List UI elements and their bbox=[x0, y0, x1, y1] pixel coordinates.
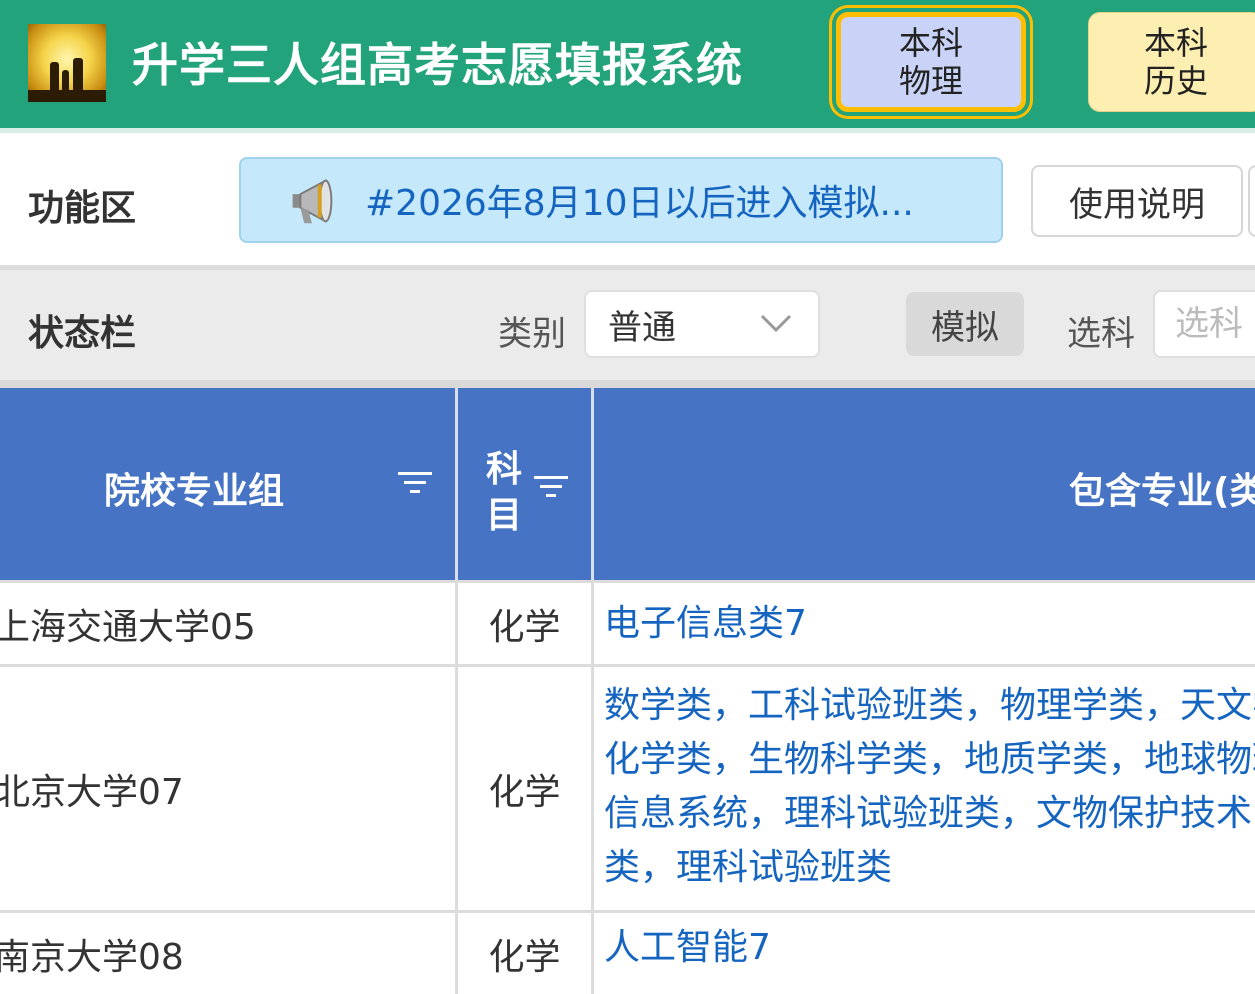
mode-button-line1: 本科 bbox=[1143, 24, 1208, 62]
column-header-included-majors[interactable]: 包含专业(类 bbox=[591, 388, 1255, 580]
majors-text-line[interactable]: 数学类，工科试验班类，物理学类，天文学 bbox=[604, 679, 1255, 733]
category-select-value: 普通 bbox=[608, 307, 676, 348]
mode-button-line2: 历史 bbox=[1143, 62, 1208, 100]
simulate-button[interactable]: 模拟 bbox=[906, 292, 1024, 356]
app-header: 升学三人组高考志愿填报系统 本科 物理 本科 历史 bbox=[0, 0, 1255, 133]
status-bar-label: 状态栏 bbox=[28, 313, 137, 354]
column-header-school-group[interactable]: 院校专业组 bbox=[0, 388, 455, 580]
column-header-subject[interactable]: 科 目 bbox=[455, 388, 591, 580]
help-button[interactable]: 使用说明 bbox=[1031, 165, 1243, 237]
column-header-label-line1: 科 bbox=[486, 449, 523, 490]
school-group-name: 南京大学08 bbox=[0, 936, 184, 978]
school-group-name: 北京大学07 bbox=[0, 771, 184, 813]
mode-button-line1: 本科 bbox=[898, 24, 963, 62]
table-row[interactable]: 南京大学08 化学 人工智能7 bbox=[0, 910, 1255, 994]
chevron-down-icon bbox=[760, 314, 792, 333]
school-group-cell: 上海交通大学05 bbox=[0, 583, 455, 664]
notice-text: #2026年8月10日以后进入模拟... bbox=[365, 183, 914, 224]
table-row[interactable]: 上海交通大学05 化学 电子信息类7 bbox=[0, 580, 1255, 664]
column-header-label-line2: 目 bbox=[486, 495, 523, 536]
family-sunset-logo-icon bbox=[28, 24, 106, 102]
majors-text[interactable]: 人工智能7 bbox=[604, 921, 1255, 975]
column-header-label: 院校专业组 bbox=[104, 471, 285, 512]
function-area-label: 功能区 bbox=[28, 188, 137, 229]
subject-label: 选科 bbox=[1067, 314, 1135, 354]
majors-text-line[interactable]: 信息系统，理科试验班类，文物保护技术， bbox=[604, 787, 1255, 841]
majors-text-line[interactable]: 化学类，生物科学类，地质学类，地球物理 bbox=[604, 733, 1255, 787]
majors-text-line[interactable]: 类，理科试验班类 bbox=[604, 841, 1255, 895]
category-select[interactable]: 普通 bbox=[584, 290, 820, 358]
column-header-label: 包含专业(类 bbox=[1069, 471, 1255, 512]
school-group-cell: 南京大学08 bbox=[0, 913, 455, 994]
majors-cell[interactable]: 电子信息类7 bbox=[591, 583, 1255, 664]
majors-text[interactable]: 电子信息类7 bbox=[604, 597, 1255, 651]
subject-cell: 化学 bbox=[455, 583, 591, 664]
category-label: 类别 bbox=[498, 314, 566, 354]
filter-icon[interactable] bbox=[398, 470, 432, 496]
mode-button-undergrad-physics[interactable]: 本科 物理 bbox=[836, 12, 1026, 112]
school-group-name: 上海交通大学05 bbox=[0, 606, 256, 648]
mode-button-undergrad-history[interactable]: 本科 历史 bbox=[1088, 12, 1255, 112]
subject-input[interactable]: 选科 bbox=[1153, 290, 1255, 358]
table-row[interactable]: 北京大学07 化学 数学类，工科试验班类，物理学类，天文学 化学类，生物科学类，… bbox=[0, 664, 1255, 910]
school-group-cell: 北京大学07 bbox=[0, 667, 455, 910]
megaphone-icon bbox=[292, 179, 333, 224]
function-area: 功能区 #2026年8月10日以后进入模拟... 使用说明 bbox=[0, 133, 1255, 270]
subject-cell: 化学 bbox=[455, 667, 591, 910]
majors-cell[interactable]: 数学类，工科试验班类，物理学类，天文学 化学类，生物科学类，地质学类，地球物理 … bbox=[591, 667, 1255, 910]
app-title: 升学三人组高考志愿填报系统 bbox=[132, 38, 743, 92]
status-bar: 状态栏 类别 普通 模拟 选科 选科 bbox=[0, 270, 1255, 388]
notice-banner[interactable]: #2026年8月10日以后进入模拟... bbox=[239, 157, 1003, 243]
filter-icon[interactable] bbox=[534, 474, 568, 500]
table-header: 院校专业组 科 目 包含专业(类 bbox=[0, 388, 1255, 580]
mode-button-line2: 物理 bbox=[898, 62, 963, 100]
majors-cell[interactable]: 人工智能7 bbox=[591, 913, 1255, 994]
subject-cell: 化学 bbox=[455, 913, 591, 994]
next-button-edge[interactable] bbox=[1248, 165, 1255, 237]
